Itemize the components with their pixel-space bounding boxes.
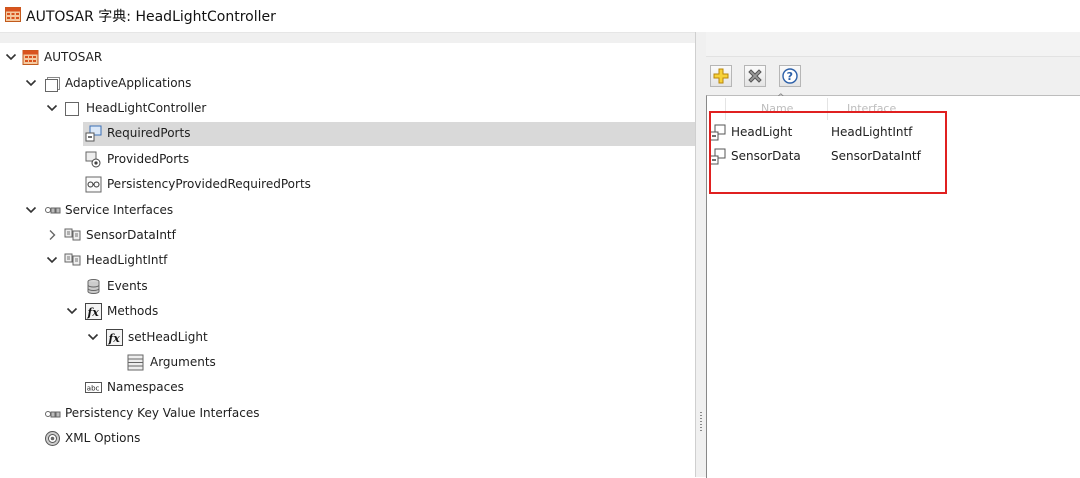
tree-node-adaptive-applications[interactable]: AdaptiveApplications — [0, 73, 695, 95]
tree-node-label: AUTOSAR — [44, 50, 103, 64]
tree-node-label: ProvidedPorts — [107, 152, 190, 166]
pane-splitter[interactable] — [695, 32, 706, 477]
service-interfaces-icon — [45, 207, 61, 214]
interface-icon — [64, 228, 81, 241]
tree-node-autosar[interactable]: AUTOSAR — [0, 47, 695, 69]
events-database-icon — [87, 279, 100, 294]
tree-node-label: PersistencyProvidedRequiredPorts — [107, 177, 311, 191]
tree-node-provided-ports[interactable]: ProvidedPorts — [0, 149, 695, 171]
tree-node-headlight-controller[interactable]: HeadLightController — [0, 98, 695, 120]
required-ports-icon — [85, 125, 102, 142]
chevron-down-icon[interactable] — [24, 76, 38, 90]
tree-node-events[interactable]: Events — [0, 276, 695, 298]
fx-function-icon: fx — [106, 329, 123, 346]
tree-node-persistency-kv[interactable]: Persistency Key Value Interfaces — [0, 403, 695, 425]
help-button[interactable]: ? — [779, 65, 801, 87]
arguments-list-icon — [127, 354, 144, 371]
abc-namespace-icon: abc — [85, 382, 102, 393]
details-pane: ? ^ Name Interface HeadLight HeadLightIn… — [706, 32, 1080, 478]
svg-text:abc: abc — [87, 385, 100, 393]
autosar-root-icon — [22, 50, 39, 65]
folder-box-icon — [45, 77, 60, 92]
help-question-icon: ? — [782, 68, 798, 84]
tree-pane-header — [0, 33, 695, 43]
gear-icon — [45, 431, 60, 446]
tree-node-label: Methods — [107, 304, 159, 318]
delete-x-icon — [748, 69, 762, 83]
tree-node-arguments[interactable]: Arguments — [0, 352, 695, 374]
tree-node-label: Service Interfaces — [65, 203, 174, 217]
svg-text:fx: fx — [108, 332, 121, 345]
tree-node-label: HeadLightIntf — [86, 253, 168, 267]
tree-node-methods[interactable]: fx Methods — [0, 301, 695, 323]
chevron-down-icon[interactable] — [45, 253, 59, 267]
tree-node-namespaces[interactable]: abc Namespaces — [0, 377, 695, 399]
tree-node-label: setHeadLight — [128, 330, 208, 344]
chevron-down-icon[interactable] — [86, 330, 100, 344]
tree-node-label: HeadLightController — [86, 101, 207, 115]
autosar-dictionary-icon — [5, 7, 21, 22]
delete-button[interactable] — [744, 65, 766, 87]
tree-node-label: Arguments — [150, 355, 216, 369]
details-toolbar: ? — [706, 32, 1080, 95]
chevron-down-icon[interactable] — [4, 50, 18, 64]
chevron-down-icon[interactable] — [65, 304, 79, 318]
annotation-highlight-box — [709, 111, 947, 194]
chevron-right-icon[interactable] — [45, 228, 59, 242]
tree-node-label: Events — [107, 279, 148, 293]
tree-node-label: AdaptiveApplications — [65, 76, 192, 90]
interface-icon — [64, 253, 81, 266]
tree-node-service-interfaces[interactable]: Service Interfaces — [0, 200, 695, 222]
tree-node-label: XML Options — [65, 431, 141, 445]
plus-icon — [713, 68, 729, 84]
splitter-grip[interactable] — [700, 412, 702, 432]
add-button[interactable] — [710, 65, 732, 87]
tree-node-xml-options[interactable]: XML Options — [0, 428, 695, 450]
svg-text:?: ? — [787, 70, 793, 83]
fx-function-icon: fx — [85, 303, 102, 320]
chevron-down-icon[interactable] — [45, 101, 59, 115]
tree-node-label: RequiredPorts — [107, 126, 191, 140]
toolbar-header-strip — [706, 32, 1080, 57]
chevron-down-icon[interactable] — [24, 203, 38, 217]
tree-node-label: Namespaces — [107, 380, 184, 394]
svg-text:fx: fx — [87, 306, 100, 319]
tree-node-required-ports[interactable]: RequiredPorts — [0, 123, 695, 145]
persistency-interfaces-icon — [45, 411, 61, 418]
tree-node-sensor-data-intf[interactable]: SensorDataIntf — [0, 225, 695, 247]
tree-node-label: Persistency Key Value Interfaces — [65, 406, 260, 420]
window-title: AUTOSAR 字典: HeadLightController — [26, 9, 276, 25]
tree-node-headlight-intf[interactable]: HeadLightIntf — [0, 250, 695, 272]
persistency-ports-icon — [85, 176, 102, 193]
provided-ports-icon — [85, 151, 101, 168]
tree-pane[interactable]: AUTOSAR AdaptiveApplications HeadLightCo… — [0, 32, 695, 478]
component-box-icon — [65, 102, 79, 116]
tree-node-persistency-ports[interactable]: PersistencyProvidedRequiredPorts — [0, 174, 695, 196]
tree-node-set-headlight[interactable]: fx setHeadLight — [0, 327, 695, 349]
window-title-bar: AUTOSAR 字典: HeadLightController — [0, 0, 1080, 32]
tree-node-label: SensorDataIntf — [86, 228, 176, 242]
